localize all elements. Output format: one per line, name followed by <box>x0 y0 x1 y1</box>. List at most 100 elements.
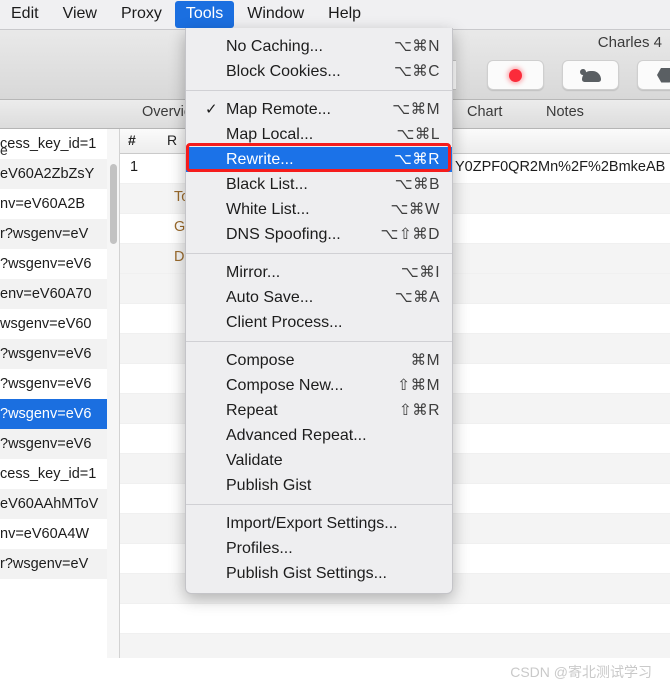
record-icon <box>509 68 522 82</box>
menu-item-label: Repeat <box>226 402 278 419</box>
session-list-item[interactable]: wsgenv=eV60 <box>0 309 107 339</box>
menu-item-shortcut: ⇧⌘R <box>398 402 440 419</box>
menu-item-shortcut: ⌥⌘R <box>393 151 440 168</box>
menu-item-label: Compose New... <box>226 377 344 394</box>
menubar-item-proxy[interactable]: Proxy <box>110 1 173 28</box>
menu-item-label: Map Remote... <box>226 101 331 118</box>
menu-item-label: DNS Spoofing... <box>226 226 341 243</box>
checkmark-icon: ✓ <box>205 101 218 118</box>
menu-item-shortcut: ⌥⌘N <box>393 38 440 55</box>
menu-item-repeat[interactable]: Repeat ⇧⌘R <box>186 398 452 423</box>
menu-item-shortcut: ⌥⌘B <box>394 176 440 193</box>
tab-notes[interactable]: Notes <box>546 104 584 120</box>
menu-item-shortcut: ⌥⇧⌘D <box>380 226 440 243</box>
menu-item-label: Auto Save... <box>226 289 314 306</box>
session-list-item[interactable]: ?wsgenv=eV6 <box>0 339 107 369</box>
row-value: Y0ZPF0QR2Mn%2F%2BmkeAB <box>455 159 666 175</box>
menubar-item-view[interactable]: View <box>52 1 108 28</box>
menu-item-label: Rewrite... <box>226 151 294 168</box>
menubar-item-window[interactable]: Window <box>236 1 315 28</box>
menu-item-shortcut: ⌥⌘W <box>390 201 440 218</box>
menu-item-white-list[interactable]: White List... ⌥⌘W <box>186 197 452 222</box>
menu-item-label: Block Cookies... <box>226 63 341 80</box>
session-list-scrollbar[interactable] <box>110 164 117 244</box>
menu-item-no-caching[interactable]: No Caching... ⌥⌘N <box>186 34 452 59</box>
column-header-number[interactable]: # <box>128 132 136 148</box>
session-list-item[interactable]: cess_key_id=1 <box>0 459 107 489</box>
menu-item-label: Map Local... <box>226 126 314 143</box>
session-list[interactable]: cess_key_id=1 eV60A2ZbZsY nv=eV60A2B r?wsge… <box>0 129 107 694</box>
menu-item-label: Advanced Repeat... <box>226 427 367 444</box>
menu-item-label: White List... <box>226 201 310 218</box>
window-title: Charles 4 <box>597 34 662 51</box>
menu-item-advanced-repeat[interactable]: Advanced Repeat... <box>186 423 452 448</box>
menu-item-shortcut: ⌥⌘L <box>396 126 440 143</box>
session-list-item[interactable]: r?wsgenv=eV <box>0 549 107 579</box>
menu-item-map-local[interactable]: Map Local... ⌥⌘L <box>186 122 452 147</box>
menu-item-validate[interactable]: Validate <box>186 448 452 473</box>
menu-item-shortcut: ⇧⌘M <box>397 377 440 394</box>
menu-item-label: Validate <box>226 452 283 469</box>
menubar-item-tools[interactable]: Tools <box>174 1 235 28</box>
menu-separator <box>186 504 452 505</box>
menu-item-label: Publish Gist <box>226 477 312 494</box>
menu-item-label: Import/Export Settings... <box>226 515 398 532</box>
menu-item-compose-new[interactable]: Compose New... ⇧⌘M <box>186 373 452 398</box>
menu-item-label: Black List... <box>226 176 308 193</box>
session-list-item[interactable]: env=eV60A70 <box>0 279 107 309</box>
row-number: 1 <box>130 159 139 175</box>
menu-item-dns-spoofing[interactable]: DNS Spoofing... ⌥⇧⌘D <box>186 222 452 247</box>
menu-item-label: No Caching... <box>226 38 323 55</box>
menubar-item-edit[interactable]: Edit <box>0 1 50 28</box>
menubar-item-help[interactable]: Help <box>317 1 372 28</box>
menu-item-black-list[interactable]: Black List... ⌥⌘B <box>186 172 452 197</box>
menu-item-publish-gist[interactable]: Publish Gist <box>186 473 452 498</box>
throttle-button[interactable] <box>562 60 619 90</box>
session-list-item[interactable]: ?wsgenv=eV6 <box>0 429 107 459</box>
menu-item-label: Compose <box>226 352 295 369</box>
menu-separator <box>186 90 452 91</box>
watermark: CSDN @寄北测试学习 <box>510 664 652 680</box>
session-list-item[interactable]: eV60AAhMToV <box>0 489 107 519</box>
tab-chart[interactable]: Chart <box>467 104 502 120</box>
tools-dropdown-menu[interactable]: No Caching... ⌥⌘N Block Cookies... ⌥⌘C ✓ Map … <box>185 28 453 594</box>
session-list-item[interactable]: r?wsgenv=eV <box>0 219 107 249</box>
menu-item-publish-gist-settings[interactable]: Publish Gist Settings... <box>186 561 452 586</box>
menu-item-shortcut: ⌥⌘M <box>392 101 440 118</box>
left-edge-character: e <box>0 142 8 158</box>
record-button[interactable] <box>487 60 544 90</box>
table-row-empty <box>120 604 670 634</box>
session-list-item[interactable]: ?wsgenv=eV6 <box>0 369 107 399</box>
settings-button[interactable] <box>637 60 670 90</box>
menu-separator <box>186 341 452 342</box>
menu-item-label: Client Process... <box>226 314 343 331</box>
column-header-request[interactable]: R <box>167 132 177 148</box>
session-list-item[interactable]: nv=eV60A2B <box>0 189 107 219</box>
menu-item-compose[interactable]: Compose ⌘M <box>186 348 452 373</box>
menu-item-shortcut: ⌥⌘C <box>393 63 440 80</box>
session-list-item[interactable]: ?wsgenv=eV6 <box>0 399 107 429</box>
session-list-item[interactable]: cess_key_id=1 <box>0 129 107 159</box>
menu-item-profiles[interactable]: Profiles... <box>186 536 452 561</box>
session-list-item[interactable]: eV60A2ZbZsY <box>0 159 107 189</box>
menu-item-mirror[interactable]: Mirror... ⌥⌘I <box>186 260 452 285</box>
hexagon-icon <box>657 67 670 83</box>
menu-item-label: Mirror... <box>226 264 281 281</box>
menu-item-label: Profiles... <box>226 540 293 557</box>
throttle-icon <box>579 68 602 82</box>
menu-item-shortcut: ⌥⌘A <box>394 289 440 306</box>
session-list-item[interactable]: nv=eV60A4W <box>0 519 107 549</box>
menu-separator <box>186 253 452 254</box>
menu-bar: Edit View Proxy Tools Window Help <box>0 0 670 30</box>
menu-item-client-process[interactable]: Client Process... <box>186 310 452 335</box>
session-list-item[interactable]: ?wsgenv=eV6 <box>0 249 107 279</box>
menu-item-map-remote[interactable]: ✓ Map Remote... ⌥⌘M <box>186 97 452 122</box>
menu-item-label: Publish Gist Settings... <box>226 565 387 582</box>
menu-item-rewrite[interactable]: Rewrite... ⌥⌘R <box>186 147 452 172</box>
menu-item-import-export-settings[interactable]: Import/Export Settings... <box>186 511 452 536</box>
menu-item-shortcut: ⌥⌘I <box>400 264 440 281</box>
toolbar-button-group <box>487 60 670 90</box>
menu-item-auto-save[interactable]: Auto Save... ⌥⌘A <box>186 285 452 310</box>
menu-item-shortcut: ⌘M <box>410 352 440 369</box>
menu-item-block-cookies[interactable]: Block Cookies... ⌥⌘C <box>186 59 452 84</box>
